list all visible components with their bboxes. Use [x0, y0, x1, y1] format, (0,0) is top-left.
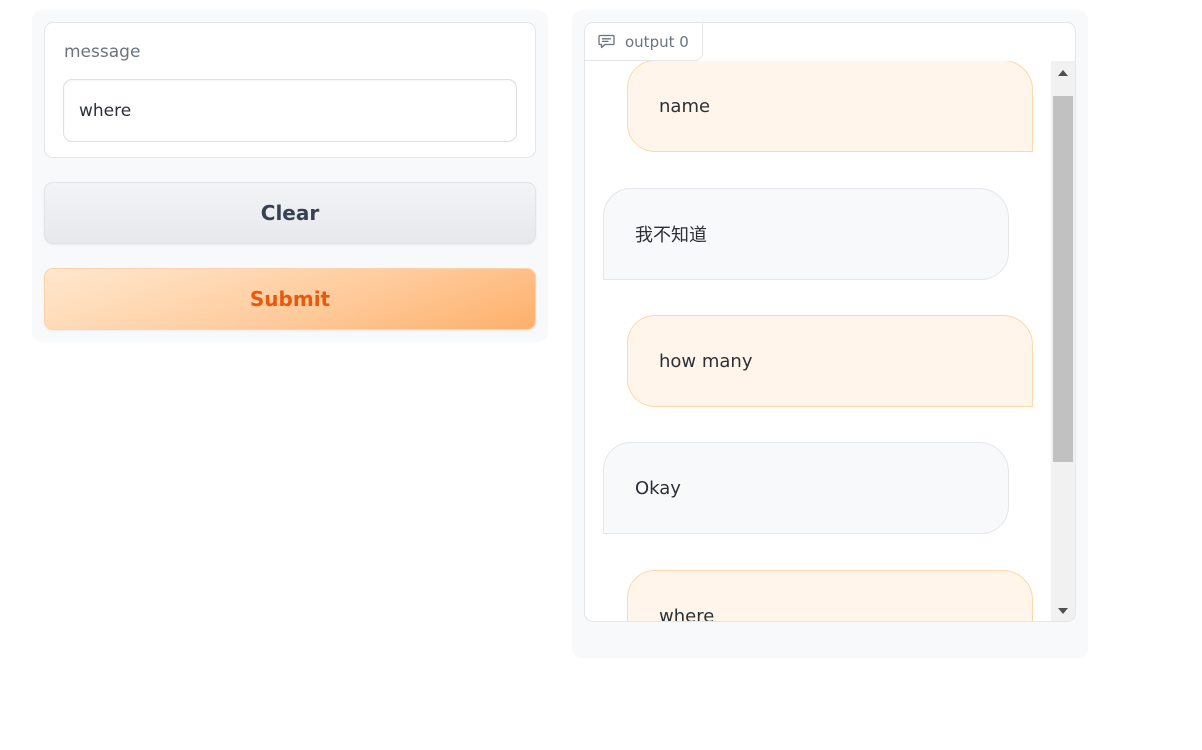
- clear-button[interactable]: Clear: [44, 182, 536, 244]
- scroll-up-arrow-icon[interactable]: [1051, 61, 1075, 85]
- message-text: name: [659, 95, 711, 117]
- chat-message-list: name 我不知道 how many Okay where: [585, 61, 1050, 622]
- message-text: how many: [659, 350, 753, 372]
- message-text: 我不知道: [635, 225, 707, 246]
- bot-message: Okay: [603, 442, 1009, 534]
- message-input[interactable]: [63, 79, 517, 142]
- output-label-tab: output 0: [585, 23, 703, 61]
- user-message: where: [627, 570, 1033, 622]
- output-label: output 0: [625, 32, 689, 51]
- message-label: message: [64, 42, 141, 62]
- message-input-block: message: [44, 22, 536, 158]
- chat-scrollbar[interactable]: [1051, 61, 1075, 621]
- output-panel: output 0 name 我不知道 how many Okay where: [572, 10, 1088, 658]
- bot-message: 我不知道: [603, 188, 1009, 280]
- submit-button[interactable]: Submit: [44, 268, 536, 330]
- input-panel: message Clear Submit: [32, 10, 548, 342]
- user-message: name: [627, 61, 1033, 152]
- chat-icon: [598, 34, 615, 49]
- message-text: where: [659, 605, 715, 622]
- user-message: how many: [627, 315, 1033, 407]
- message-text: Okay: [635, 477, 681, 499]
- chatbot-output: output 0 name 我不知道 how many Okay where: [584, 22, 1076, 622]
- scroll-down-arrow-icon[interactable]: [1051, 599, 1075, 621]
- scroll-thumb[interactable]: [1053, 96, 1073, 462]
